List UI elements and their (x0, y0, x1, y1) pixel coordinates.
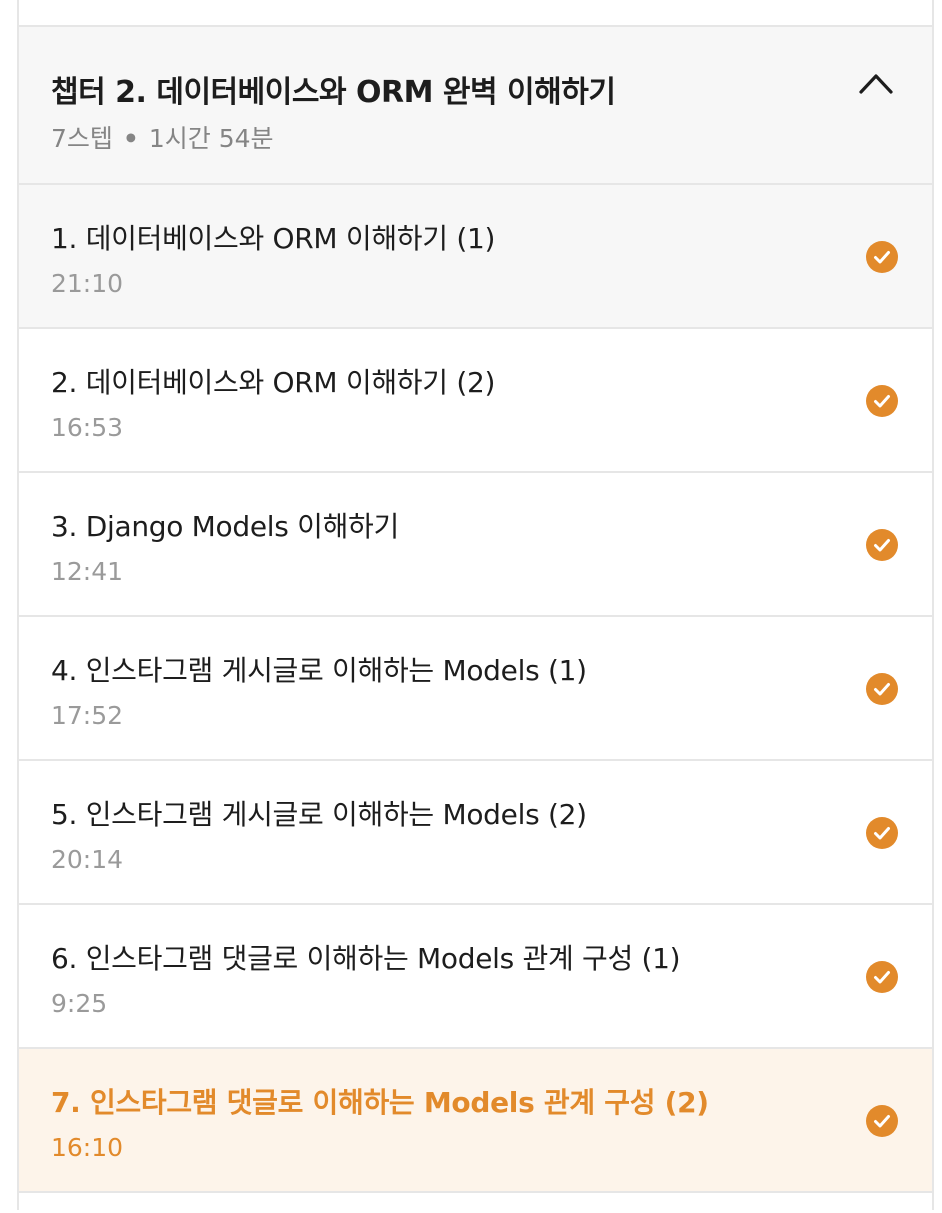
lesson-title: 1. 데이터베이스와 ORM 이해하기 (1) (51, 222, 496, 255)
check-circle-icon (866, 1105, 898, 1137)
lesson-duration: 12:41 (51, 557, 124, 586)
lesson-title: 5. 인스타그램 게시글로 이해하는 Models (2) (51, 798, 587, 831)
lesson-duration: 16:53 (51, 413, 124, 442)
lesson-duration: 16:10 (51, 1133, 124, 1162)
chevron-up-icon[interactable] (858, 71, 894, 95)
lesson-item-3[interactable]: 3. Django Models 이해하기 12:41 (19, 473, 932, 617)
lesson-item-4[interactable]: 4. 인스타그램 게시글로 이해하는 Models (1) 17:52 (19, 617, 932, 761)
chapter-header[interactable]: 챕터 2. 데이터베이스와 ORM 완벽 이해하기 7스텝 • 1시간 54분 (19, 27, 932, 185)
chapter-title: 챕터 2. 데이터베이스와 ORM 완벽 이해하기 (51, 75, 616, 110)
lesson-title: 2. 데이터베이스와 ORM 이해하기 (2) (51, 366, 496, 399)
check-circle-icon (866, 817, 898, 849)
lesson-item-5[interactable]: 5. 인스타그램 게시글로 이해하는 Models (2) 20:14 (19, 761, 932, 905)
check-circle-icon (866, 529, 898, 561)
chapter-duration: 1시간 54분 (148, 124, 274, 153)
curriculum-panel: 챕터 2. 데이터베이스와 ORM 완벽 이해하기 7스텝 • 1시간 54분 1.… (17, 0, 934, 1213)
lesson-title: 4. 인스타그램 게시글로 이해하는 Models (1) (51, 654, 587, 687)
lesson-title: 7. 인스타그램 댓글로 이해하는 Models 관계 구성 (2) (51, 1086, 709, 1119)
check-circle-icon (866, 385, 898, 417)
lesson-item-2[interactable]: 2. 데이터베이스와 ORM 이해하기 (2) 16:53 (19, 329, 932, 473)
chapter-steps: 7스텝 (51, 124, 113, 153)
lesson-duration: 17:52 (51, 701, 124, 730)
lesson-duration: 21:10 (51, 269, 124, 298)
lesson-duration: 9:25 (51, 989, 108, 1018)
check-circle-icon (866, 673, 898, 705)
meta-separator: • (122, 124, 139, 153)
chapter-meta: 7스텝 • 1시간 54분 (51, 119, 274, 155)
previous-chapter-edge (19, 0, 932, 27)
lesson-title: 3. Django Models 이해하기 (51, 510, 399, 543)
lesson-item-7-current[interactable]: 7. 인스타그램 댓글로 이해하는 Models 관계 구성 (2) 16:10 (19, 1049, 932, 1193)
lesson-title: 6. 인스타그램 댓글로 이해하는 Models 관계 구성 (1) (51, 942, 681, 975)
check-circle-icon (866, 961, 898, 993)
next-chapter-edge (19, 1193, 932, 1213)
lesson-duration: 20:14 (51, 845, 124, 874)
lesson-item-6[interactable]: 6. 인스타그램 댓글로 이해하는 Models 관계 구성 (1) 9:25 (19, 905, 932, 1049)
check-circle-icon (866, 241, 898, 273)
lesson-item-1[interactable]: 1. 데이터베이스와 ORM 이해하기 (1) 21:10 (19, 185, 932, 329)
